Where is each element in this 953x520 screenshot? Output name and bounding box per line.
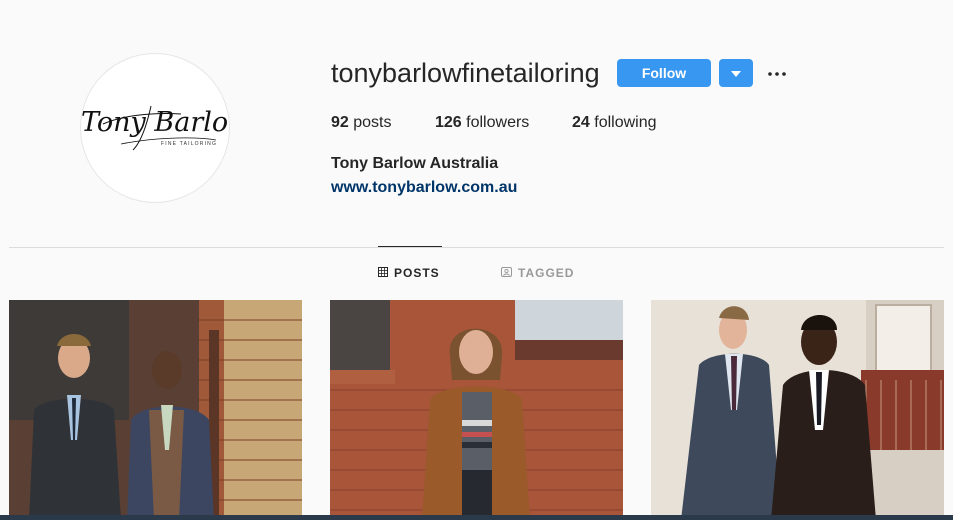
profile-username: tonybarlowfinetailoring [331, 58, 600, 88]
tab-posts[interactable]: POSTS [378, 266, 440, 280]
profile-website-link[interactable]: www.tonybarlow.com.au [331, 179, 517, 197]
post-thumbnail-3[interactable] [651, 300, 944, 520]
tab-tagged-label: TAGGED [518, 266, 575, 280]
suggestions-dropdown-button[interactable] [719, 59, 753, 87]
following-count: 24 [572, 114, 590, 131]
profile-page: Tony Barlow FINE TAILORING tonybarlowfin… [0, 0, 953, 520]
posts-label: posts [353, 114, 392, 131]
tag-icon [501, 266, 512, 280]
post-thumbnail-1[interactable] [9, 300, 302, 520]
posts-count: 92 [331, 114, 349, 131]
caret-down-icon [731, 64, 741, 82]
post-thumbnail-2[interactable] [330, 300, 623, 520]
profile-full-name: Tony Barlow Australia [331, 155, 499, 172]
followers-stat[interactable]: 126 followers [435, 114, 529, 132]
tab-posts-label: POSTS [394, 266, 440, 280]
posts-stat: 92 posts [331, 114, 392, 132]
logo-subtitle: FINE TAILORING [161, 141, 218, 147]
followers-label: followers [466, 114, 530, 131]
photo-two-men-walking-icon [651, 300, 944, 520]
photo-two-men-suits-icon [9, 300, 302, 520]
grid-icon [378, 266, 388, 280]
following-label: following [594, 114, 657, 131]
tabs-divider [9, 247, 944, 248]
active-tab-indicator [378, 246, 442, 247]
following-stat[interactable]: 24 following [572, 114, 657, 132]
followers-count: 126 [435, 114, 462, 131]
profile-avatar[interactable]: Tony Barlow FINE TAILORING [80, 53, 230, 203]
bottom-edge [0, 515, 953, 520]
photo-man-suede-jacket-icon [330, 300, 623, 520]
more-options-button[interactable] [766, 62, 788, 82]
ellipsis-icon [768, 63, 786, 81]
follow-button[interactable]: Follow [617, 59, 711, 87]
logo-wordmark: Tony Barlow [81, 107, 229, 138]
tab-tagged[interactable]: TAGGED [501, 266, 574, 280]
